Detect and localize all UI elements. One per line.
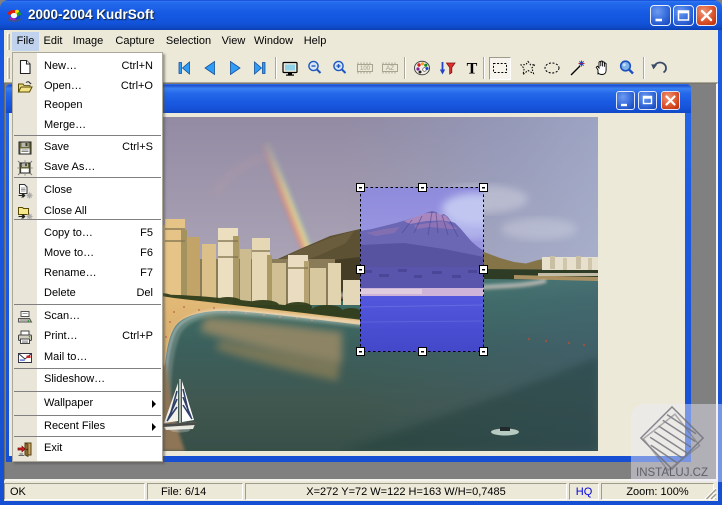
svg-text:AZ: AZ [386,65,394,72]
svg-text:100: 100 [360,66,371,72]
svg-text:T: T [467,61,478,78]
